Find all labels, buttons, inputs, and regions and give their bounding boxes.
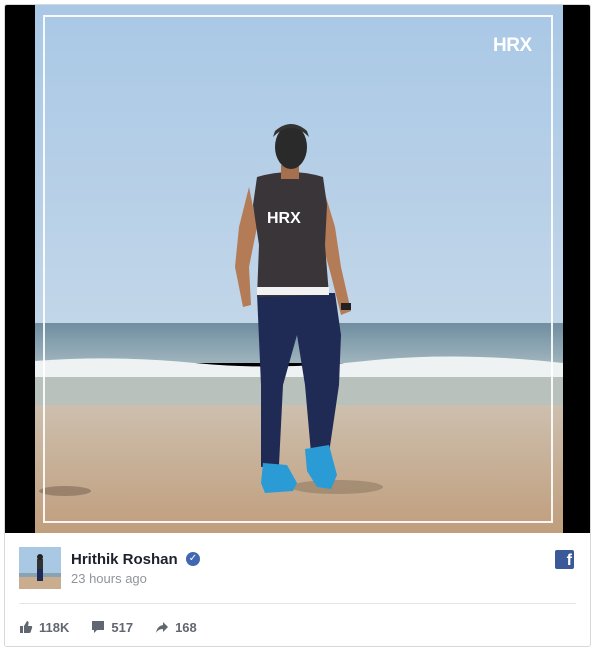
shirt-logo: HRX: [267, 210, 301, 227]
thumbs-up-icon: [20, 621, 33, 633]
avatar[interactable]: [19, 547, 61, 589]
likes-count: 118K: [39, 619, 70, 635]
hrx-watermark-logo: HRX: [493, 35, 532, 56]
comments-stat[interactable]: 517: [91, 620, 133, 635]
facebook-icon[interactable]: f: [555, 550, 574, 569]
post-card: HRX HRX Hrithik Roshan ✓ 23 hours ago f …: [4, 4, 591, 647]
comment-icon: [92, 621, 105, 633]
verified-badge-icon: ✓: [186, 552, 200, 566]
divider: [19, 603, 576, 604]
beach-photo: HRX: [35, 5, 563, 533]
likes-stat[interactable]: 118K: [19, 620, 69, 635]
post-photo[interactable]: HRX: [35, 5, 563, 533]
shares-count: 168: [175, 619, 197, 635]
shares-stat[interactable]: 168: [155, 620, 197, 635]
author-name[interactable]: Hrithik Roshan: [71, 551, 178, 568]
post-timestamp[interactable]: 23 hours ago: [71, 571, 147, 586]
share-arrow-icon: [156, 622, 169, 633]
comments-count: 517: [111, 619, 134, 635]
post-info: Hrithik Roshan ✓ 23 hours ago f 118K 517: [5, 533, 590, 646]
avatar-image: [19, 547, 61, 589]
engagement-stats: 118K 517 168: [19, 618, 219, 636]
post-media[interactable]: HRX HRX: [5, 5, 590, 533]
